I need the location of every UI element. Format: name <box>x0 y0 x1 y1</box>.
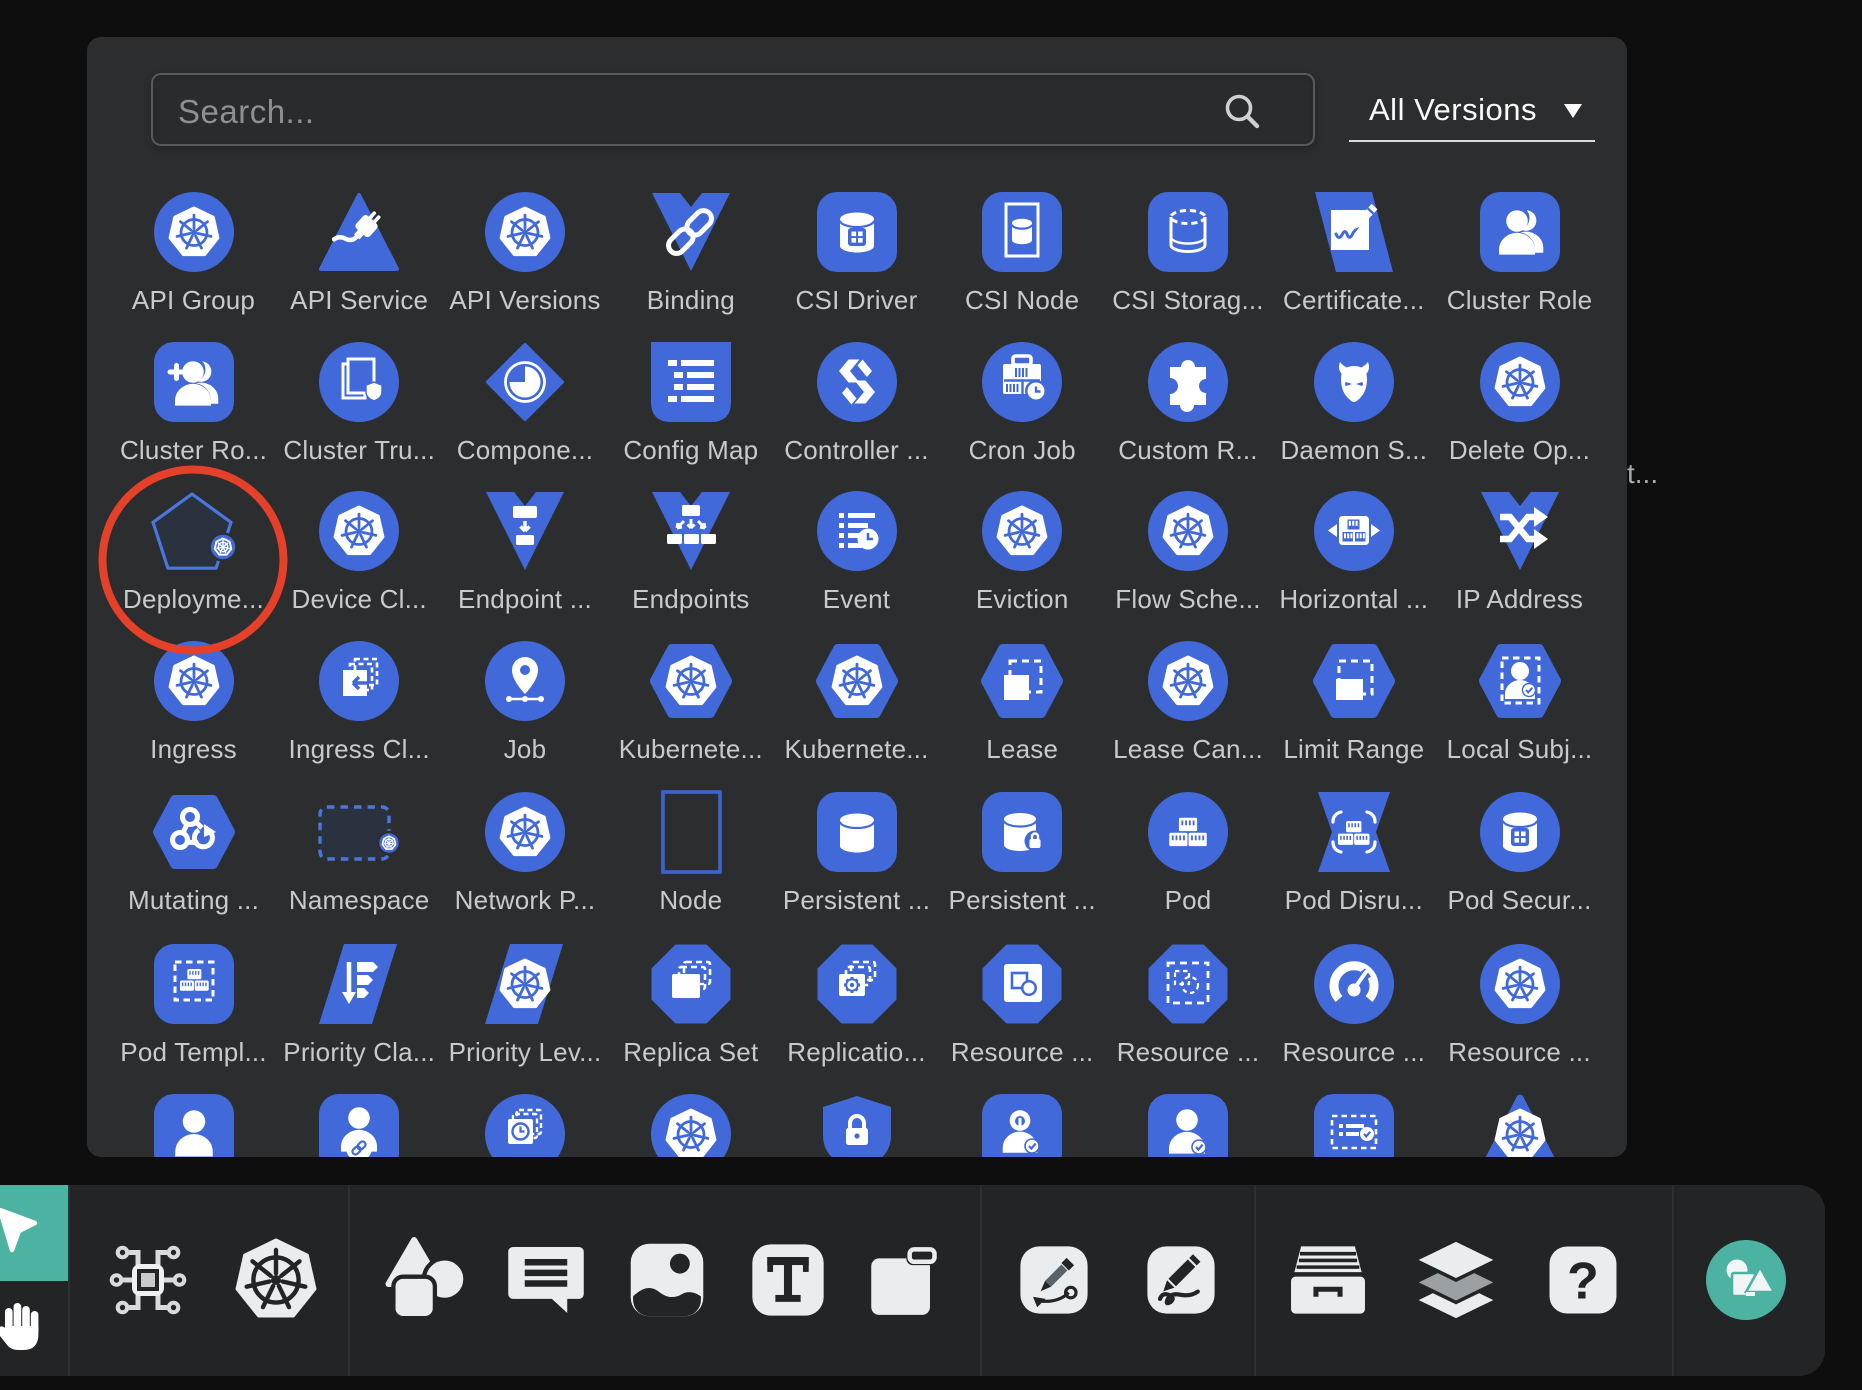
svg-text:?: ? <box>1567 1251 1599 1309</box>
